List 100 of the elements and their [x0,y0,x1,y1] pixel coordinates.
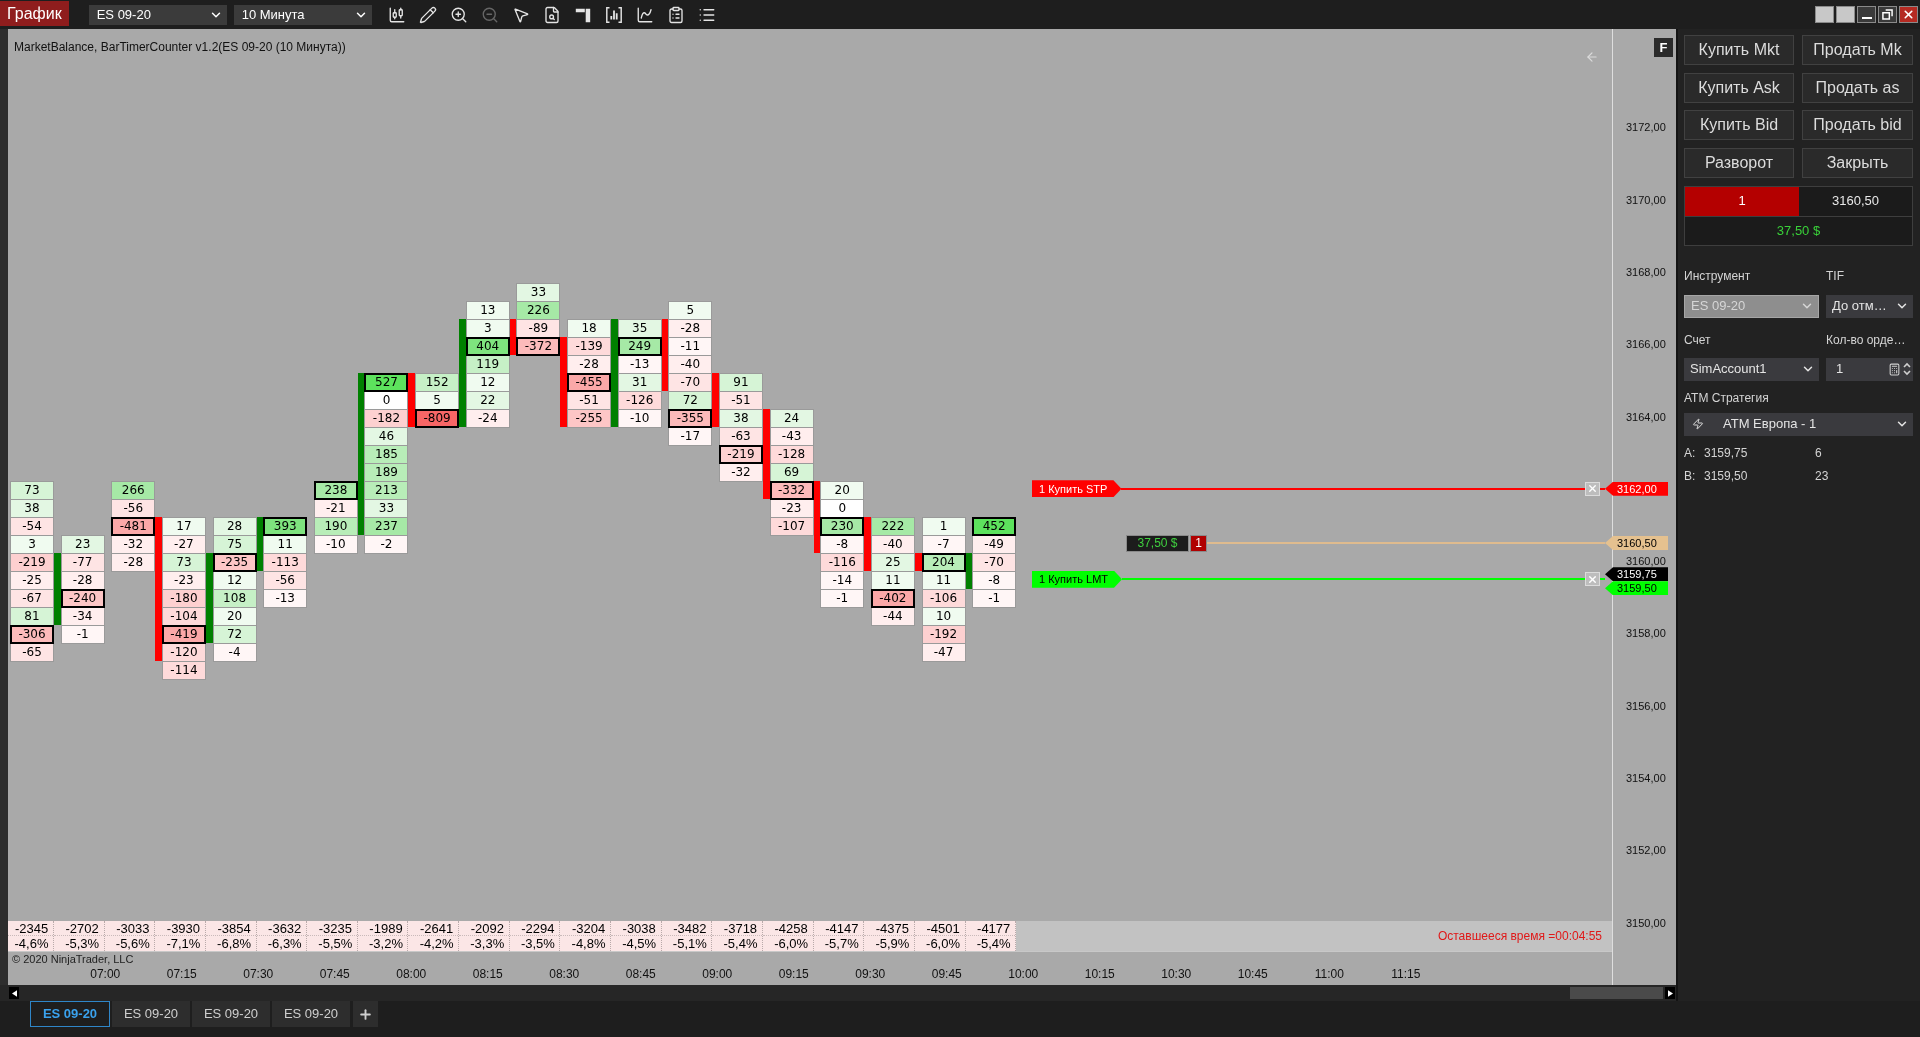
indicator-label: MarketBalance, BarTimerCounter v1.2(ES 09-20 (10 Минута)) [14,40,346,54]
delta-percent: -3,2% [369,936,403,951]
delta-value: -3854 [217,920,251,936]
delta-percent: -5,1% [672,936,707,951]
price-label: 3156,00 [1626,699,1666,712]
time-label: 10:30 [1161,967,1192,981]
dropdown-field[interactable]: До отм… [1826,294,1913,318]
order-button[interactable]: Купить Bid [1684,110,1794,140]
instrument-tab[interactable]: ES 09-20 [192,1001,270,1027]
footprint-cell: 33 [516,282,561,302]
order-button[interactable]: Продать as [1802,72,1913,103]
time-label: 10:15 [1084,967,1115,981]
add-tab-icon[interactable] [353,1001,378,1027]
restore-icon[interactable] [1878,6,1897,23]
order-button[interactable]: Разворот [1684,147,1794,178]
delta-value: -4501 [926,920,960,936]
delta-value: -4375 [875,920,909,936]
position-pnl: 37,50 $ [1685,215,1912,245]
copyright-text: © 2020 NinjaTrader, LLC [12,953,134,965]
footprint-cell: 266 [111,480,156,500]
price-label: 3150,00 [1626,916,1666,929]
atm-strategy-dropdown[interactable]: ATM Европа - 1 [1684,412,1913,436]
bar-chart-frame-icon[interactable] [604,5,623,24]
delta-value: -3038 [622,920,656,936]
footprint-cell: -44 [870,606,915,626]
calculator-icon[interactable] [1888,362,1901,376]
zoom-in-icon[interactable] [449,5,468,24]
order-button[interactable]: Продать bid [1802,110,1913,140]
window-tile-icon[interactable] [1836,6,1855,23]
axis-f-button[interactable]: F [1654,38,1673,57]
clipboard-icon[interactable] [666,5,685,24]
order-button[interactable]: Купить Mkt [1684,35,1794,65]
delta-value: -3235 [318,920,352,936]
time-label: 08:30 [549,967,580,981]
delta-percent: -5,5% [318,936,353,951]
chart-tab[interactable]: График [0,1,69,26]
interval-dropdown[interactable]: 10 Минута [233,4,372,25]
instrument-tab[interactable]: ES 09-20 [30,1001,110,1027]
cursor-icon[interactable] [511,5,530,24]
order-button[interactable]: Купить Ask [1684,72,1794,103]
lightning-icon [1692,418,1704,430]
footprint-cell: 35 [617,318,662,338]
price-label: 3172,00 [1626,121,1666,134]
price-label: 3166,00 [1626,338,1666,351]
position-price: 3160,50 [1799,186,1912,216]
candlestick-icon[interactable] [387,5,406,24]
price-label: 3154,00 [1626,772,1666,784]
scroll-left-icon[interactable] [9,987,19,999]
delta-value: -3482 [673,920,707,936]
time-label: 11:00 [1314,967,1344,981]
delta-percent: -4,2% [419,936,454,951]
order-flag[interactable]: 1 Купить STP [1032,480,1122,498]
spinner-icon[interactable] [1903,362,1911,376]
footprint-cell: -107 [769,516,814,536]
footprint-cell: -106 [921,588,966,608]
delta-percent: -6,0% [774,936,809,951]
dropdown-field[interactable]: SimAccount1 [1684,357,1819,381]
delta-percent: -3,3% [470,936,505,951]
delta-percent: -5,9% [875,936,910,951]
price-flag: 3159,50 [1605,581,1668,596]
time-label: 10:45 [1237,967,1268,981]
line-chart-icon[interactable] [635,5,654,24]
delta-value: -3632 [268,920,302,936]
instrument-tab[interactable]: ES 09-20 [272,1001,350,1027]
footprint-cell: 238 [313,480,358,500]
footprint-cell: 17 [161,516,206,536]
time-label: 07:00 [90,967,121,981]
price-label: 3160,00 [1626,555,1666,568]
field-label: Кол-во орде… [1826,332,1906,347]
order-button[interactable]: Закрыть [1802,147,1913,178]
footprint-cell: -47 [921,642,966,662]
time-label: 07:15 [166,967,197,981]
delta-percent: -6,3% [267,936,302,951]
instrument-dropdown[interactable]: ES 09-20 [88,4,227,25]
quantity-field[interactable]: 1 [1826,357,1913,381]
delta-percent: -4,5% [622,936,657,951]
time-label: 09:00 [702,967,733,981]
delta-value: -2641 [420,920,454,936]
pencil-icon[interactable] [418,5,437,24]
position-quantity: 1 [1685,186,1799,216]
delta-value: -3930 [166,920,201,936]
delta-percent: -4,8% [571,936,606,951]
scroll-right-icon[interactable] [1665,987,1675,999]
window-tile-icon[interactable] [1815,6,1834,23]
price-label: 3170,00 [1626,193,1666,206]
instrument-tab[interactable]: ES 09-20 [112,1001,190,1027]
close-icon[interactable] [1899,6,1918,23]
scrollbar-thumb[interactable] [1570,987,1663,999]
footprint-cell: 452 [972,516,1017,536]
bar-timer-text: Оставшееся время =00:04:55 [1437,929,1602,943]
horizontal-scrollbar[interactable] [0,985,1676,1001]
minimize-icon[interactable] [1857,6,1876,23]
order-button[interactable]: Продать Mk [1802,35,1913,65]
footprint-cell: 190 [313,516,358,536]
document-search-icon[interactable] [542,5,561,24]
time-label: 10:00 [1008,967,1039,981]
footprint-cell: 222 [870,516,915,536]
price-flag: 3160,50 [1605,536,1668,550]
delta-value: -2092 [470,920,504,936]
delta-percent: -5,4% [723,936,758,951]
